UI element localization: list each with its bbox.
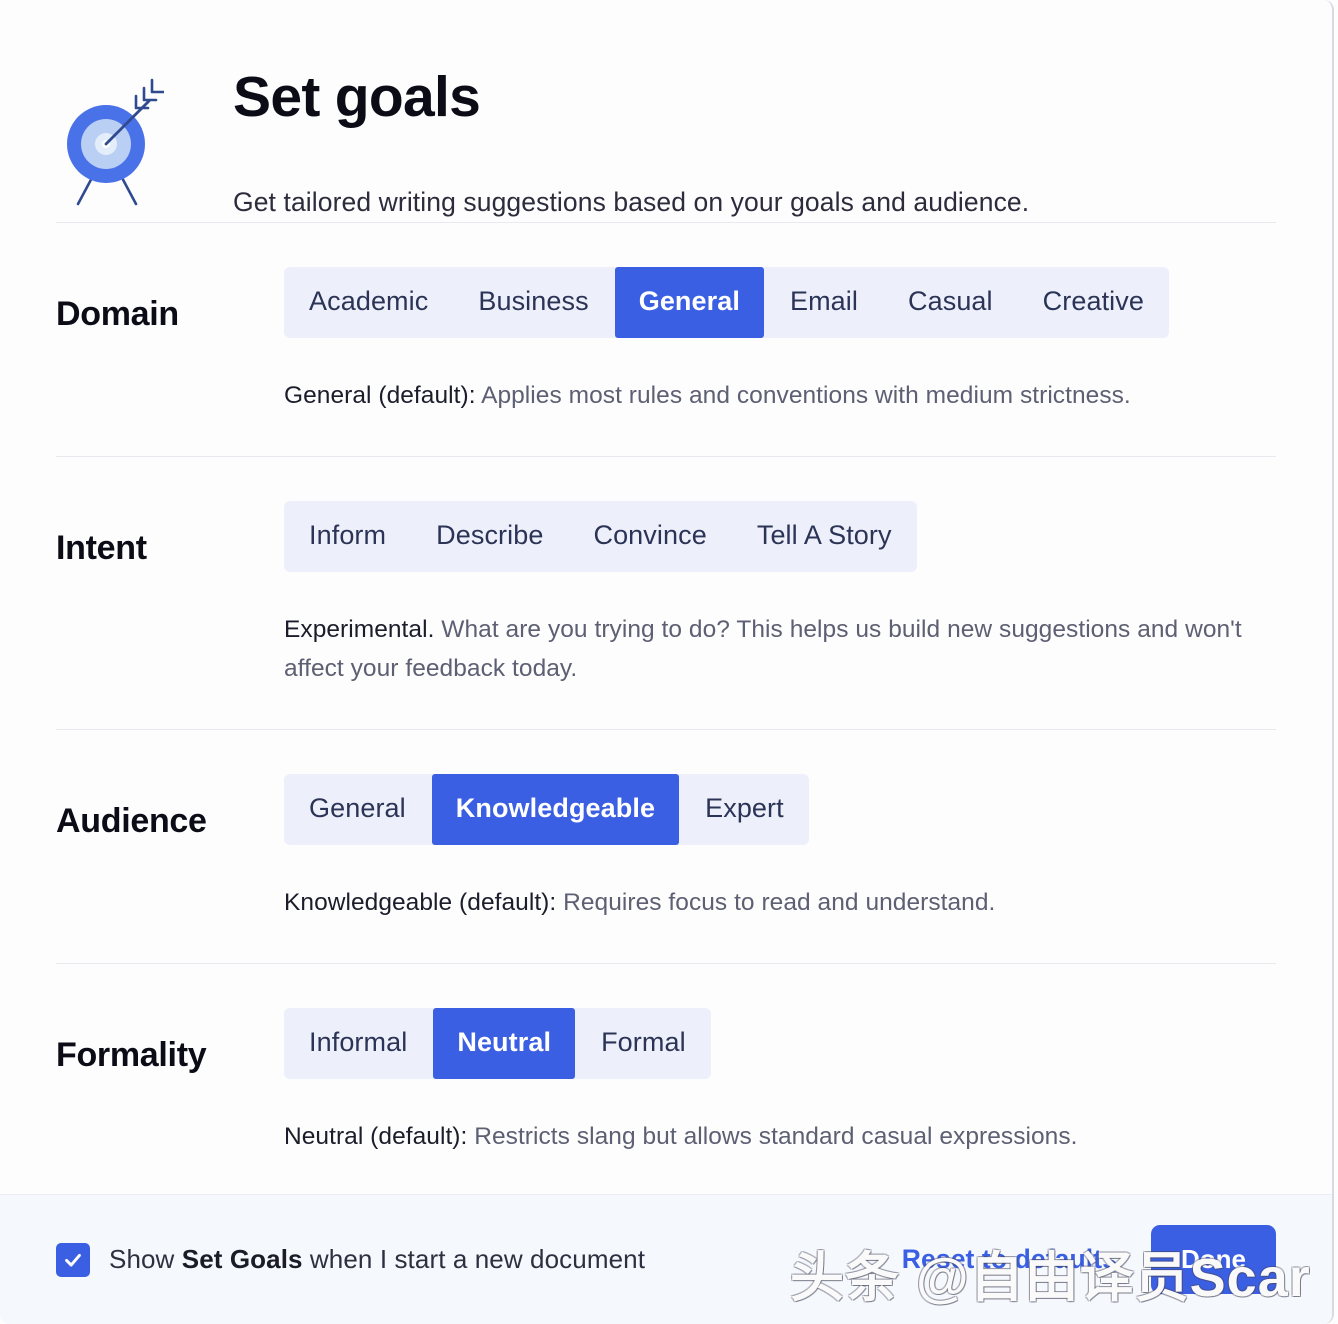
section-description: Experimental. What are you trying to do?… [284,610,1264,689]
section-description-lead: Experimental. [284,615,435,643]
section-description-lead: Neutral (default): [284,1122,468,1150]
option-formal[interactable]: Formal [577,1007,710,1079]
done-button[interactable]: Done [1151,1225,1276,1294]
target-with-arrow-icon [52,74,166,214]
section-description: Neutral (default): Restricts slang but a… [284,1117,1264,1157]
segmented-control-formality: Informal Neutral Formal [284,1007,711,1079]
segmented-control-domain: Academic Business General Email Casual Creati… [284,267,1169,338]
option-informal[interactable]: Informal [285,1007,432,1079]
checkbox-label-prefix: Show [109,1244,182,1274]
option-academic[interactable]: Academic [285,267,453,338]
option-knowledgeable[interactable]: Knowledgeable [431,774,680,846]
section-body: Informal Neutral Formal Neutral (default): … [284,1007,1276,1157]
section-description-rest: Restricts slang but allows standard casu… [467,1122,1078,1150]
option-tell-a-story[interactable]: Tell A Story [732,500,916,572]
set-goals-card: Set goals Get tailored writing suggestio… [0,0,1334,1324]
segmented-control-audience: General Knowledgeable Expert [284,774,809,846]
section-body: Inform Describe Convince Tell A Story Experi… [284,500,1276,689]
option-casual[interactable]: Casual [884,267,1017,338]
option-inform[interactable]: Inform [285,500,411,572]
settings-sections: Domain Academic Business General Email Casual… [0,223,1332,1198]
section-label: Domain [56,295,179,333]
section-body: Academic Business General Email Casual Creati… [284,267,1276,416]
option-neutral[interactable]: Neutral [433,1007,576,1079]
option-expert[interactable]: Expert [681,774,808,846]
page-subtitle: Get tailored writing suggestions based o… [233,186,1030,217]
section-description-rest: Applies most rules and conventions with … [475,382,1131,409]
show-set-goals-label: Show Set Goals when I start a new docume… [109,1244,645,1275]
section-audience: Audience General Knowledgeable Expert Knowle… [0,730,1332,963]
option-describe[interactable]: Describe [412,500,568,572]
checkbox-label-strong: Set Goals [181,1244,303,1274]
card-footer: Show Set Goals when I start a new docume… [0,1194,1332,1324]
reset-to-defaults-link[interactable]: Reset to defaults [902,1244,1117,1275]
checkmark-icon [65,1253,81,1267]
segmented-control-intent: Inform Describe Convince Tell A Story [284,500,917,572]
option-convince[interactable]: Convince [569,500,731,572]
show-set-goals-checkbox-row[interactable]: Show Set Goals when I start a new docume… [56,1242,645,1277]
section-intent: Intent Inform Describe Convince Tell A Story… [0,457,1332,729]
show-set-goals-checkbox[interactable] [56,1242,90,1277]
section-formality: Formality Informal Neutral Formal Neutral (d… [0,964,1332,1197]
section-label: Intent [56,528,147,567]
option-email[interactable]: Email [765,267,882,338]
header-text-block: Set goals Get tailored writing suggestio… [233,58,1029,219]
section-description: General (default): Applies most rules an… [284,376,1264,416]
footer-actions: Reset to defaults Done [902,1225,1276,1294]
section-description-lead: General (default): [284,382,476,409]
section-description: Knowledgeable (default): Requires focus … [284,883,1264,923]
page-title: Set goals [233,65,481,129]
section-label: Audience [56,802,207,841]
option-business[interactable]: Business [454,267,613,338]
section-body: General Knowledgeable Expert Knowledgeable … [284,774,1276,923]
section-domain: Domain Academic Business General Email Casual… [0,223,1332,456]
section-description-rest: Requires focus to read and understand. [556,889,996,917]
section-description-lead: Knowledgeable (default): [284,889,557,917]
set-goals-screen: Set goals Get tailored writing suggestio… [0,0,1338,1324]
option-general[interactable]: General [285,774,430,846]
option-general[interactable]: General [614,267,764,338]
option-creative[interactable]: Creative [1018,267,1168,338]
card-header: Set goals Get tailored writing suggestio… [0,0,1332,222]
checkbox-label-suffix: when I start a new document [302,1244,646,1274]
section-label: Formality [56,1035,207,1074]
